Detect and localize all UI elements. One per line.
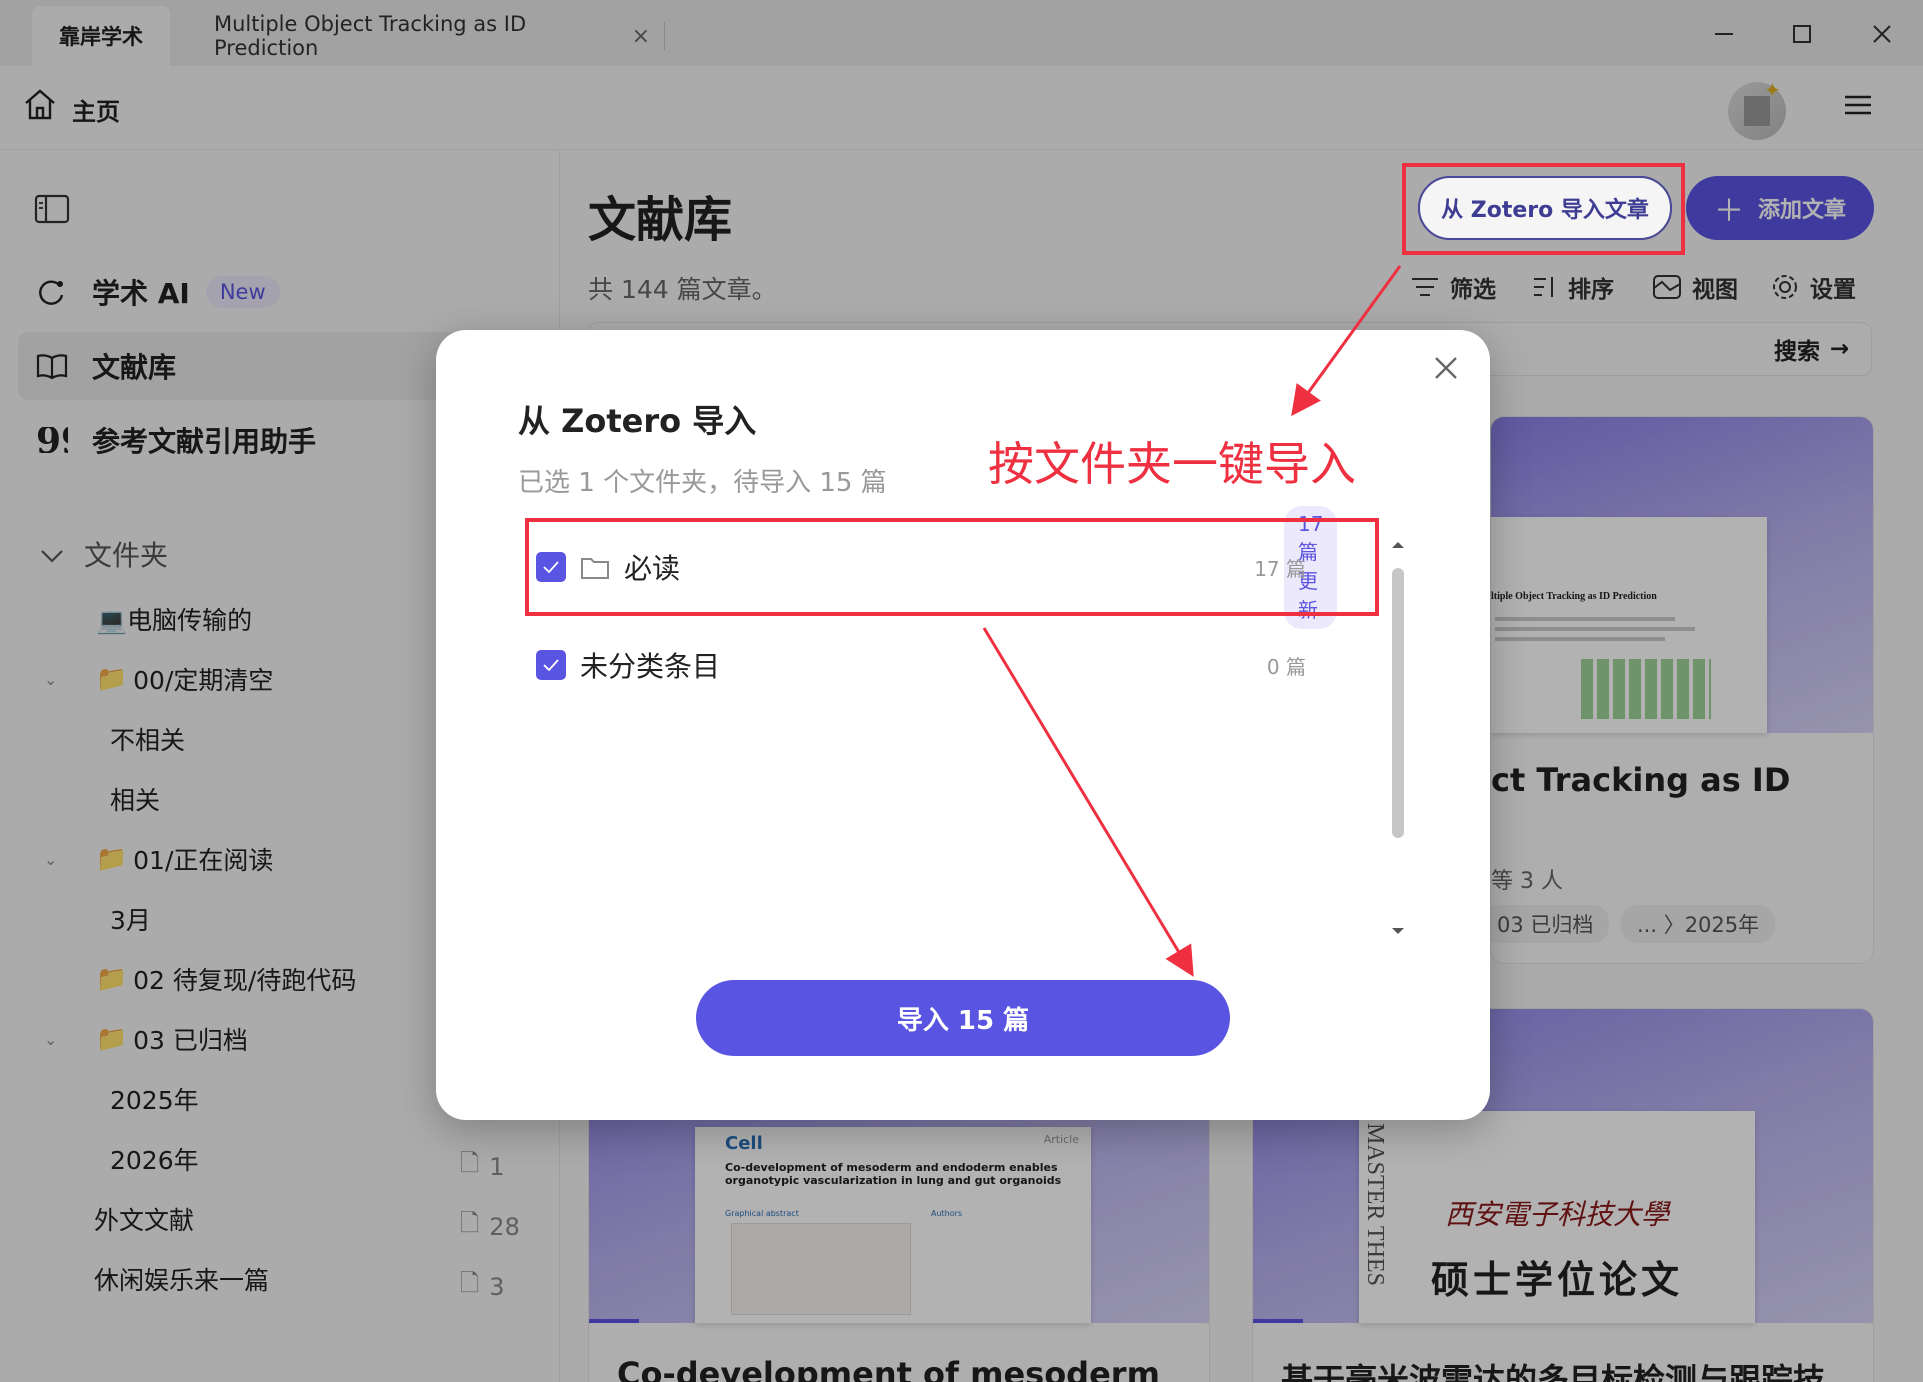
arrow-line xyxy=(982,627,1194,977)
arrow-line xyxy=(1291,265,1402,417)
import-zotero-button-highlight[interactable]: 从 Zotero 导入文章 xyxy=(1418,176,1672,240)
